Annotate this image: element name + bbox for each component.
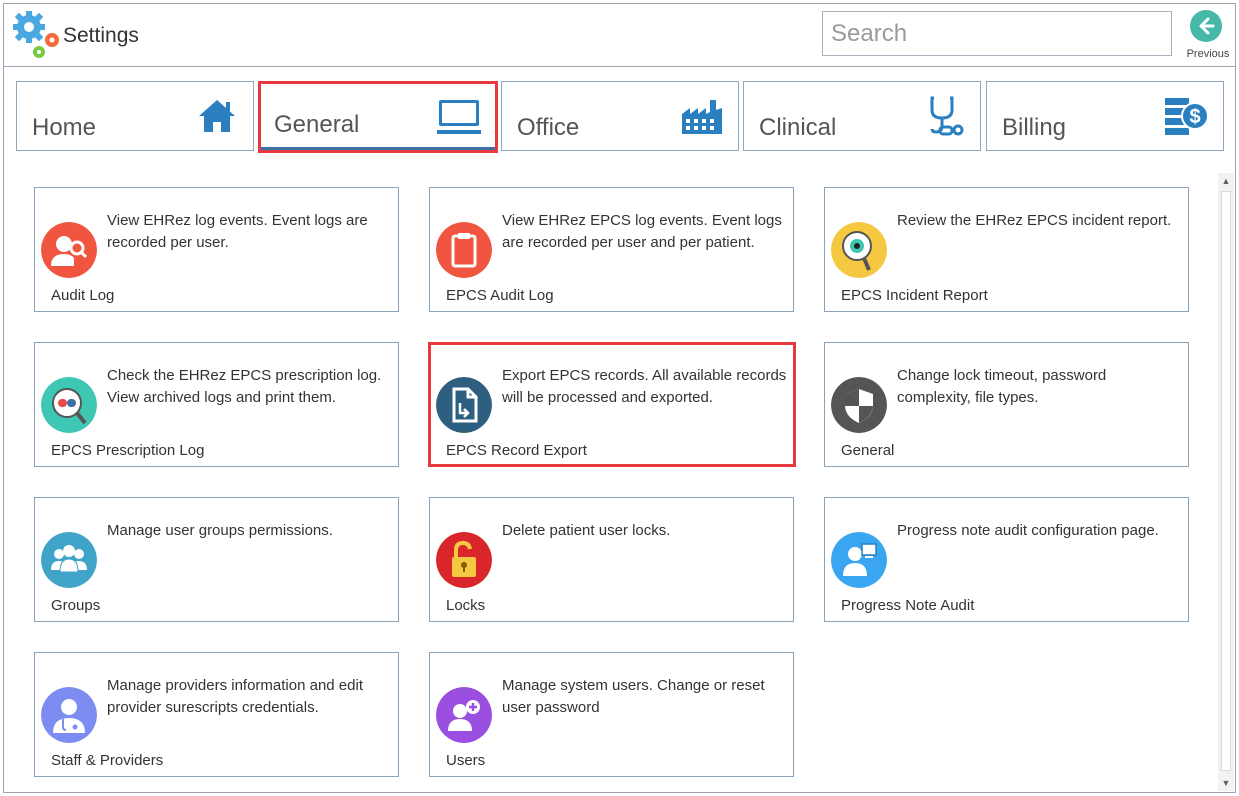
- tab-home-label: Home: [32, 114, 97, 141]
- header-divider: [4, 66, 1235, 67]
- card-description: Manage system users. Change or reset use…: [502, 677, 765, 716]
- tab-office-label: Office: [517, 114, 580, 141]
- card-epcs-incident-report[interactable]: Review the EHRez EPCS incident report. E…: [824, 187, 1189, 312]
- shield-icon: [831, 377, 887, 433]
- card-title: Progress Note Audit: [841, 597, 975, 614]
- card-title: Groups: [51, 597, 101, 614]
- tab-office[interactable]: Office: [501, 81, 739, 151]
- doctor-icon: [41, 687, 97, 743]
- factory-icon: [682, 100, 722, 134]
- card-description: Review the EHRez EPCS incident report.: [897, 212, 1172, 229]
- monitor-icon: [437, 100, 481, 134]
- card-locks[interactable]: Delete patient user locks. Locks: [429, 497, 794, 622]
- card-epcs-prescription-log[interactable]: Check the EHRez EPCS prescription log. V…: [34, 342, 399, 467]
- tab-billing[interactable]: Billing $: [986, 81, 1224, 151]
- card-title: Users: [446, 752, 486, 769]
- settings-grid: View EHRez log events. Event logs are re…: [4, 174, 1217, 792]
- vertical-scrollbar[interactable]: ▲ ▼: [1218, 173, 1234, 791]
- card-title: EPCS Record Export: [446, 442, 587, 459]
- card-title: EPCS Incident Report: [841, 287, 988, 304]
- tab-home[interactable]: Home: [16, 81, 254, 151]
- prescription-magnifier-icon: [41, 377, 97, 433]
- card-title: EPCS Audit Log: [446, 287, 554, 304]
- home-icon: [199, 100, 235, 132]
- tab-general[interactable]: General: [258, 81, 496, 151]
- card-title: Staff & Providers: [51, 752, 164, 769]
- svg-text:$: $: [1189, 106, 1200, 128]
- card-description: Progress note audit configuration page.: [897, 522, 1159, 539]
- scroll-down-arrow-icon[interactable]: ▼: [1218, 775, 1234, 791]
- card-general[interactable]: Change lock timeout, password complexity…: [824, 342, 1189, 467]
- add-user-icon: [436, 687, 492, 743]
- magnifier-eye-icon: [831, 222, 887, 278]
- previous-button[interactable]: Previous: [1182, 8, 1234, 62]
- card-title: Audit Log: [51, 287, 115, 304]
- card-description: Check the EHRez EPCS prescription log. V…: [107, 367, 382, 406]
- card-epcs-record-export[interactable]: Export EPCS records. All available recor…: [429, 342, 794, 467]
- card-audit-log[interactable]: View EHRez log events. Event logs are re…: [34, 187, 399, 312]
- card-description: View EHRez EPCS log events. Event logs a…: [502, 212, 782, 251]
- card-epcs-audit-log[interactable]: View EHRez EPCS log events. Event logs a…: [429, 187, 794, 312]
- clipboard-icon: [436, 222, 492, 278]
- card-description: Manage user groups permissions.: [107, 522, 333, 539]
- card-progress-note-audit[interactable]: Progress note audit configuration page. …: [824, 497, 1189, 622]
- padlock-icon: [436, 532, 492, 588]
- tab-clinical[interactable]: Clinical: [743, 81, 981, 151]
- tab-billing-label: Billing: [1002, 114, 1067, 141]
- card-description: Delete patient user locks.: [502, 522, 671, 539]
- card-description: View EHRez log events. Event logs are re…: [107, 212, 368, 251]
- scroll-thumb[interactable]: [1221, 191, 1231, 771]
- settings-window: Settings Previous Home General Office: [3, 3, 1236, 793]
- card-staff-providers[interactable]: Manage providers information and edit pr…: [34, 652, 399, 777]
- app-title: Settings: [63, 24, 139, 47]
- card-users[interactable]: Manage system users. Change or reset use…: [429, 652, 794, 777]
- billing-icon: $: [1165, 98, 1209, 135]
- back-arrow-icon: [1190, 10, 1222, 42]
- export-document-icon: [436, 377, 492, 433]
- card-title: EPCS Prescription Log: [51, 442, 205, 459]
- card-description: Export EPCS records. All available recor…: [502, 367, 787, 406]
- card-groups[interactable]: Manage user groups permissions. Groups: [34, 497, 399, 622]
- search-input[interactable]: [822, 11, 1172, 56]
- card-description: Manage providers information and edit pr…: [107, 677, 363, 716]
- card-title: Locks: [446, 597, 486, 614]
- stethoscope-icon: [930, 96, 964, 136]
- card-title: General: [841, 442, 895, 459]
- progress-note-icon: [831, 532, 887, 588]
- card-description: Change lock timeout, password complexity…: [897, 367, 1107, 406]
- audit-log-icon: [41, 222, 97, 278]
- settings-gears-icon: [13, 11, 59, 58]
- previous-label: Previous: [1186, 48, 1230, 60]
- tab-general-label: General: [274, 111, 360, 138]
- scroll-up-arrow-icon[interactable]: ▲: [1218, 173, 1234, 189]
- tab-clinical-label: Clinical: [759, 114, 837, 141]
- group-icon: [41, 532, 97, 588]
